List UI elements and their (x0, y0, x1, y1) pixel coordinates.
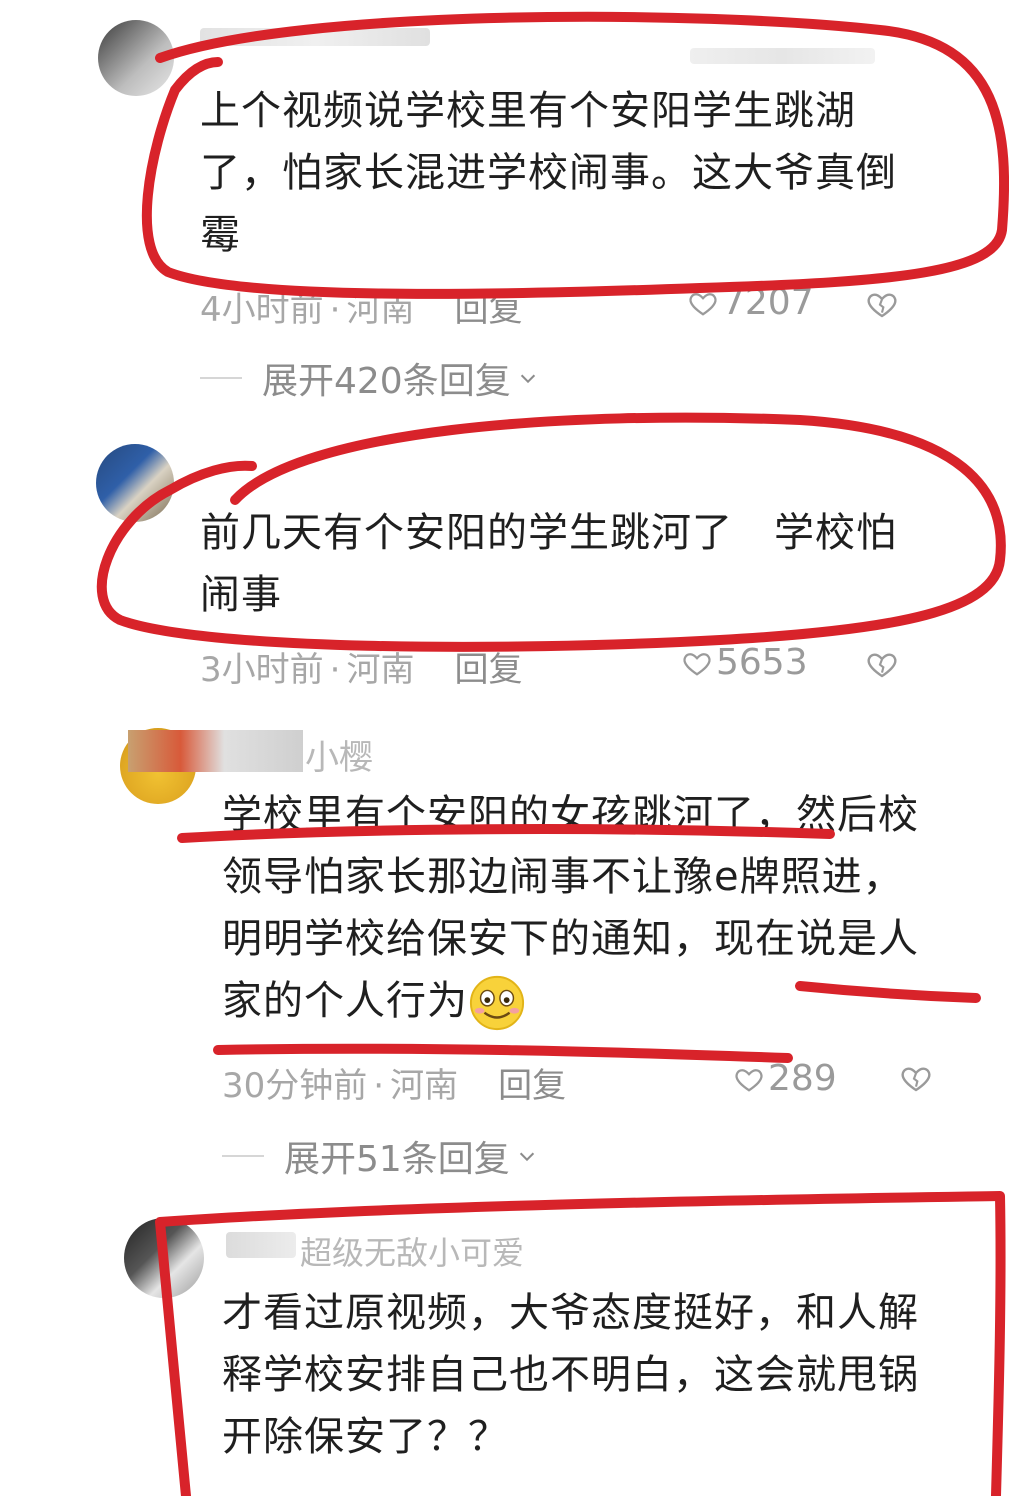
comment-location: 河南 (390, 1066, 459, 1106)
expand-replies-button[interactable]: 展开420条回复 (200, 352, 539, 404)
smile-emoji (469, 975, 525, 1031)
annotation-underline-3 (213, 1043, 793, 1063)
divider (222, 1155, 264, 1157)
broken-heart-icon[interactable] (866, 648, 898, 680)
blurred-username (128, 730, 303, 772)
blurred-username (200, 28, 430, 46)
avatar[interactable] (96, 444, 174, 522)
comment-meta: 30分钟前 · 河南 回复 (222, 1066, 567, 1106)
comment-meta: 3小时前 · 河南 回复 (200, 650, 523, 690)
like-count: 289 (768, 1058, 837, 1099)
heart-icon (735, 1068, 763, 1092)
expand-replies-label: 展开51条回复 (284, 1139, 510, 1180)
reply-button[interactable]: 回复 (454, 290, 522, 330)
avatar[interactable] (124, 1218, 204, 1298)
expand-replies-button[interactable]: 展开51条回复 (222, 1130, 538, 1182)
like-count: 5653 (716, 642, 808, 683)
comment-text: 才看过原视频，大爷态度挺好，和人解释学校安排自己也不明白，这会就甩锅开除保安了？… (222, 1290, 919, 1460)
comment-time: 4小时前 (200, 290, 324, 330)
like-button[interactable]: 7207 (688, 282, 814, 323)
username[interactable]: 超级无敌小可爱 (300, 1228, 524, 1274)
blurred-username (226, 1232, 296, 1258)
blurred-signature (690, 48, 875, 64)
comment-time: 3小时前 (200, 650, 324, 690)
like-count: 7207 (722, 282, 814, 323)
comment-text-body: 学校里有个安阳的女孩跳河了，然后校领导怕家长那边闹事不让豫e牌照进，明明学校给保… (222, 792, 919, 1024)
comment-text: 前几天有个安阳的学生跳河了 学校怕闹事 (200, 510, 897, 618)
comment-location: 河南 (346, 650, 415, 690)
reply-button[interactable]: 回复 (454, 650, 522, 690)
heart-icon (689, 292, 717, 316)
comment-time: 30分钟前 (222, 1066, 368, 1106)
reply-button[interactable]: 回复 (498, 1066, 566, 1106)
broken-heart-icon[interactable] (900, 1062, 932, 1094)
like-button[interactable]: 289 (734, 1058, 837, 1099)
like-button[interactable]: 5653 (682, 642, 808, 683)
broken-heart-icon[interactable] (866, 288, 898, 320)
comment-text: 上个视频说学校里有个安阳学生跳湖了，怕家长混进学校闹事。这大爷真倒霉 (200, 88, 897, 258)
expand-replies-label: 展开420条回复 (262, 361, 511, 402)
comment-text: 学校里有个安阳的女孩跳河了，然后校领导怕家长那边闹事不让豫e牌照进，明明学校给保… (222, 784, 942, 1032)
heart-icon (683, 652, 711, 676)
comment-meta: 4小时前 · 河南 回复 (200, 290, 523, 330)
chevron-down-icon (520, 374, 535, 384)
chevron-down-icon (519, 1152, 534, 1162)
avatar[interactable] (98, 20, 174, 96)
divider (200, 377, 242, 379)
username[interactable]: 小樱 (305, 730, 373, 779)
comment-location: 河南 (346, 290, 415, 330)
